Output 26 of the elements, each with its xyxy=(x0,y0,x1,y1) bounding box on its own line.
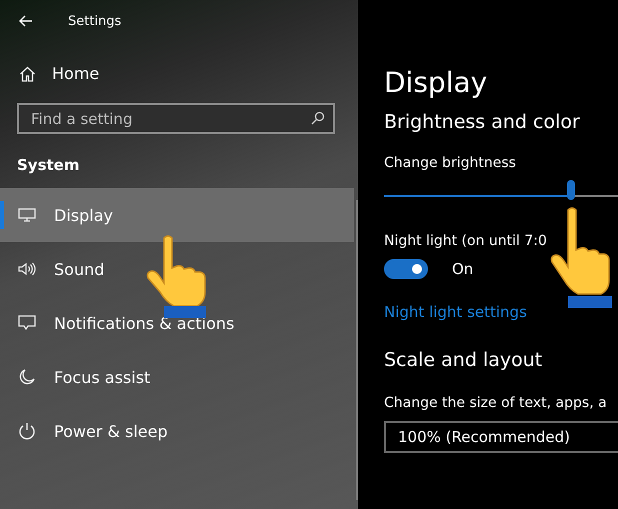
moon-icon xyxy=(18,369,36,385)
back-icon[interactable] xyxy=(19,15,33,27)
dropdown-label: Change the size of text, apps, a xyxy=(384,395,608,411)
nav-item[interactable]: Display xyxy=(0,188,354,242)
section-heading: Scale and layout xyxy=(384,349,544,371)
nav-item[interactable]: Power & sleep xyxy=(0,404,354,458)
toggle-label: Night light (on until 7:0 xyxy=(384,233,548,249)
power-icon xyxy=(18,422,36,440)
search-field[interactable]: Find a setting xyxy=(17,103,335,134)
toggle-switch[interactable] xyxy=(384,259,428,279)
scale-dropdown[interactable]: 100% (Recommended) xyxy=(384,421,618,453)
toggle-state: On xyxy=(452,260,474,278)
message-icon xyxy=(18,315,36,331)
nav-item[interactable]: Focus assist xyxy=(0,350,354,404)
nav-item[interactable]: Sound xyxy=(0,242,354,296)
home-link[interactable]: Home xyxy=(19,64,100,83)
settings-link[interactable]: Night light settings xyxy=(384,303,527,321)
section-heading: Brightness and color xyxy=(384,111,581,133)
slider-label: Change brightness xyxy=(384,155,517,171)
speaker-icon xyxy=(18,261,36,277)
section-heading: System xyxy=(17,156,80,174)
search-icon xyxy=(311,111,325,125)
home-icon xyxy=(19,66,36,82)
monitor-icon xyxy=(18,207,36,223)
window-title: Settings xyxy=(68,14,122,28)
page-title: Display xyxy=(384,66,488,99)
